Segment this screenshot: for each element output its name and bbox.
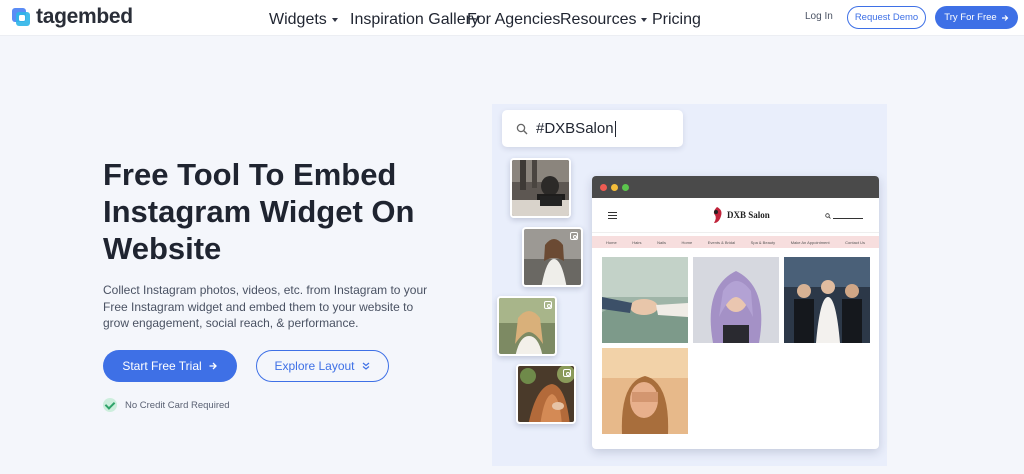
browser-title-bar	[592, 176, 879, 198]
instagram-thumbnail	[516, 364, 576, 424]
salon-search	[825, 212, 863, 219]
hamburger-menu-icon	[608, 212, 617, 219]
salon-menu-item: Events & Bridal	[707, 239, 736, 245]
nav-resources[interactable]: Resources	[560, 11, 648, 29]
start-free-trial-button[interactable]: Start Free Trial	[103, 350, 237, 382]
website-preview-window: DXB Salon Home Hairs Nails Home Events &…	[592, 176, 879, 449]
nav-widgets[interactable]: Widgets	[269, 11, 338, 29]
salon-site-header: DXB Salon	[592, 198, 879, 233]
salon-logo-icon	[713, 207, 722, 223]
salon-menu-item: Home	[681, 239, 693, 245]
instagram-icon	[544, 301, 552, 309]
feed-post-image	[784, 257, 870, 343]
window-close-dot	[600, 183, 607, 191]
salon-menu-item: Contact Us	[845, 239, 865, 245]
nav-pricing-label: Pricing	[652, 11, 701, 28]
salon-logo: DXB Salon	[710, 206, 770, 224]
window-minimize-dot	[611, 183, 618, 191]
search-icon	[825, 212, 831, 219]
salon-menu-item: Make An Appointment	[790, 239, 830, 245]
tagembed-logo-icon	[10, 6, 32, 28]
salon-menu-bar: Home Hairs Nails Home Events & Bridal Sp…	[592, 236, 879, 248]
search-icon	[516, 123, 528, 134]
brand-name: tagembed	[36, 5, 133, 28]
nav-widgets-label: Widgets	[269, 11, 327, 28]
chevron-down-icon	[331, 18, 338, 22]
instagram-thumbnail	[497, 296, 557, 356]
nav-pricing[interactable]: Pricing	[652, 11, 701, 29]
nav-resources-label: Resources	[560, 11, 637, 28]
feed-post-image	[602, 348, 688, 434]
request-demo-button[interactable]: Request Demo	[847, 6, 926, 29]
feed-post-image	[693, 257, 779, 343]
salon-menu-item: Home	[606, 239, 617, 245]
instagram-thumbnail	[522, 227, 583, 287]
text-cursor	[614, 121, 616, 138]
instagram-icon	[570, 232, 578, 240]
salon-menu-item: Hairs	[632, 239, 642, 245]
login-link[interactable]: Log In	[805, 11, 833, 22]
double-chevron-down-icon	[362, 362, 369, 370]
hero-description: Collect Instagram photos, videos, etc. f…	[103, 283, 428, 330]
hashtag-search-text: #DXBSalon	[536, 119, 616, 138]
no-credit-card-note: No Credit Card Required	[103, 398, 230, 412]
salon-menu-item: Spa & Beauty	[750, 239, 776, 245]
window-maximize-dot	[622, 183, 629, 191]
nav-inspiration-label: Inspiration Gallery	[350, 11, 479, 28]
top-navbar: tagembed Widgets Inspiration Gallery For…	[0, 0, 1024, 36]
start-free-trial-label: Start Free Trial	[122, 359, 202, 373]
try-for-free-label: Try For Free	[944, 12, 997, 23]
hashtag-query: #DXBSalon	[536, 119, 614, 137]
instagram-icon	[563, 369, 571, 377]
explore-layout-button[interactable]: Explore Layout	[256, 350, 389, 382]
brand-logo[interactable]: tagembed	[10, 5, 133, 29]
nav-inspiration-gallery[interactable]: Inspiration Gallery	[350, 11, 479, 29]
feed-post-image	[602, 257, 688, 343]
check-circle-icon	[103, 398, 117, 412]
hashtag-search-box: #DXBSalon	[502, 110, 683, 147]
instagram-thumbnail	[510, 158, 571, 218]
salon-name: DXB Salon	[727, 210, 770, 220]
no-credit-card-text: No Credit Card Required	[125, 399, 230, 411]
chevron-down-icon	[641, 18, 648, 22]
hero-title: Free Tool To Embed Instagram Widget On W…	[103, 157, 415, 266]
arrow-right-icon	[209, 362, 217, 370]
search-underline	[833, 218, 863, 219]
try-for-free-button[interactable]: Try For Free	[935, 6, 1018, 29]
nav-agencies-label: For Agencies	[467, 11, 561, 28]
arrow-right-icon	[1001, 14, 1009, 21]
nav-for-agencies[interactable]: For Agencies	[467, 11, 560, 29]
salon-menu-item: Nails	[657, 239, 666, 245]
explore-layout-label: Explore Layout	[274, 359, 355, 373]
